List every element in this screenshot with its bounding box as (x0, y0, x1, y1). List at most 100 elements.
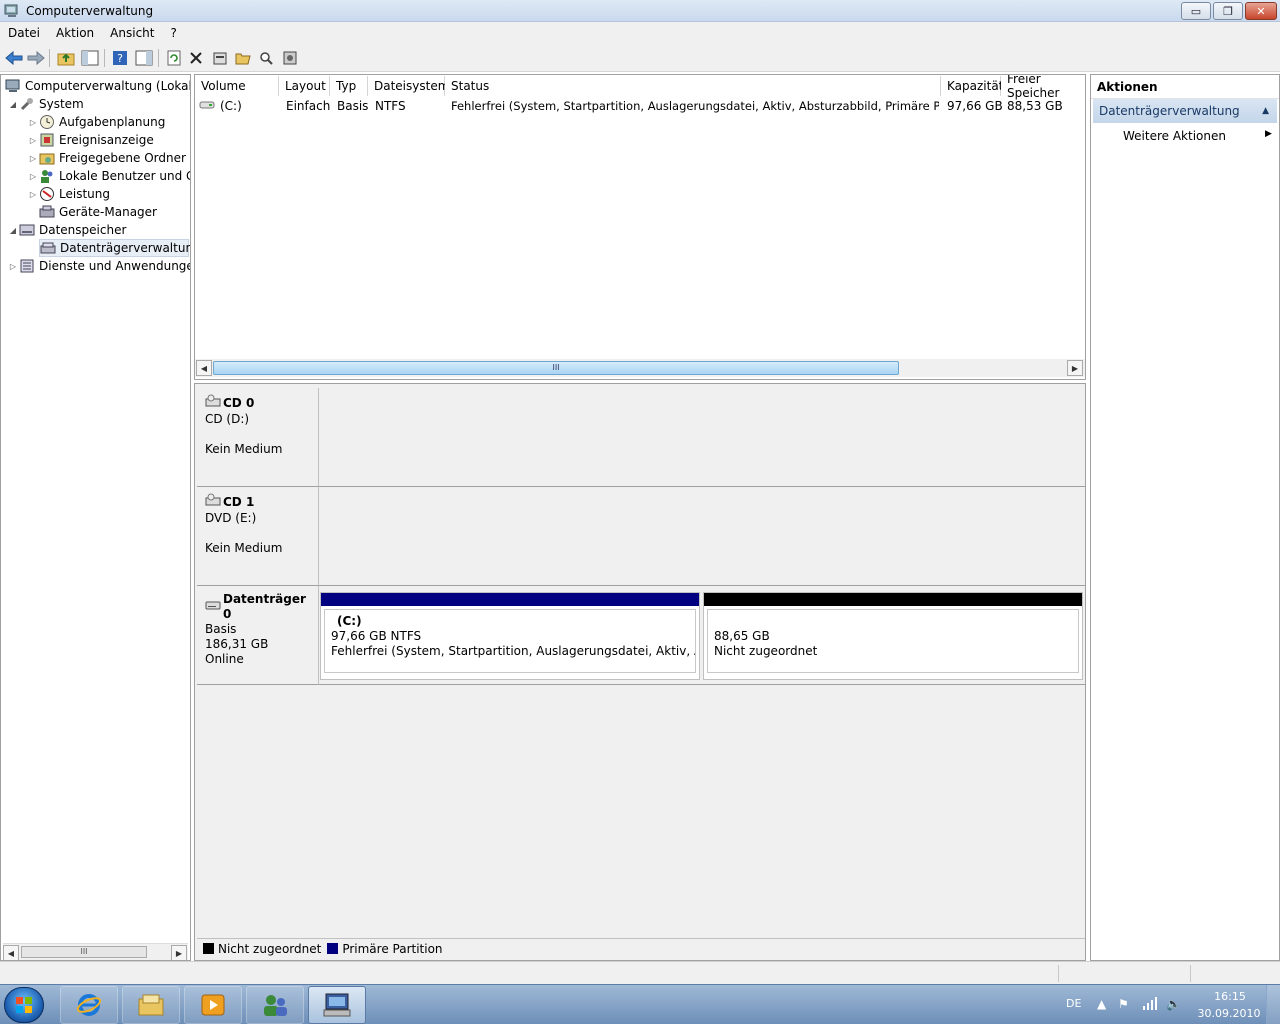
menu-datei[interactable]: Datei (0, 26, 48, 40)
refresh-icon[interactable] (164, 48, 184, 68)
menu-ansicht[interactable]: Ansicht (102, 26, 162, 40)
column-header-status[interactable]: Status (445, 76, 941, 96)
help-icon[interactable]: ? (110, 48, 130, 68)
window-title: Computerverwaltung (26, 4, 154, 18)
tree-label: Dienste und Anwendungen (39, 259, 191, 273)
tree-item-datentraegerverwaltung[interactable]: Datenträgerverwaltung (39, 239, 191, 257)
cd-drive-icon (205, 493, 221, 511)
maximize-button[interactable]: ❐ (1213, 2, 1243, 20)
device-manager-icon (39, 204, 55, 220)
menu-help[interactable]: ? (162, 26, 184, 40)
scroll-right-icon[interactable]: ▶ (1067, 360, 1083, 376)
cell-volume: (C:) (199, 97, 242, 115)
column-header-kapazitaet[interactable]: Kapazität (941, 76, 1003, 96)
disk-type: CD (D:) (205, 412, 250, 426)
delete-icon[interactable] (186, 48, 206, 68)
tree-item-system[interactable]: ◢ System (7, 95, 84, 113)
partition-status: Fehlerfrei (System, Startpartition, Ausl… (331, 644, 695, 658)
more-actions-item[interactable]: Weitere Aktionen (1123, 127, 1226, 145)
close-button[interactable]: ✕ (1245, 2, 1277, 20)
tree-item-freigegebene-ordner[interactable]: ▷ Freigegebene Ordner (27, 149, 186, 167)
column-header-typ[interactable]: Typ (330, 76, 368, 96)
taskbar-internet-explorer[interactable] (60, 986, 118, 1024)
navigation-tree: Computerverwaltung (Lokal) ◢ System ▷ Au… (0, 74, 191, 961)
tree-item-leistung[interactable]: ▷ Leistung (27, 185, 110, 203)
tree-item-ereignisanzeige[interactable]: ▷ Ereignisanzeige (27, 131, 154, 149)
tree-label: Leistung (59, 187, 110, 201)
taskbar-computer-management[interactable] (308, 986, 366, 1024)
menu-aktion[interactable]: Aktion (48, 26, 102, 40)
taskbar-explorer[interactable] (122, 986, 180, 1024)
media-player-icon (201, 994, 225, 1016)
volume-icon[interactable]: 🔈 (1166, 997, 1181, 1011)
disk-label-cd1[interactable]: CD 1 DVD (E:) Kein Medium (197, 487, 319, 586)
action-center-flag-icon[interactable]: ⚑ (1118, 997, 1129, 1011)
back-icon[interactable] (4, 48, 24, 68)
clock-time[interactable]: 16:15 (1208, 990, 1252, 1003)
up-folder-icon[interactable] (56, 48, 76, 68)
event-viewer-icon (39, 132, 55, 148)
show-hide-tree-icon[interactable] (80, 48, 100, 68)
disk-area-cd0[interactable] (319, 388, 1085, 487)
taskbar-users[interactable] (246, 986, 304, 1024)
tree-item-geraete-manager[interactable]: Geräte-Manager (39, 203, 157, 221)
scroll-thumb[interactable]: III (213, 361, 899, 375)
search-icon[interactable] (256, 48, 276, 68)
disk-status: Kein Medium (205, 442, 283, 456)
partition-label: (C:) (337, 614, 362, 628)
collapsed-arrow-icon[interactable]: ▷ (27, 154, 39, 163)
hard-disk-icon (205, 599, 221, 615)
list-horizontal-scrollbar[interactable]: ◀ III ▶ (195, 359, 1085, 377)
collapsed-arrow-icon[interactable]: ▷ (27, 118, 39, 127)
disk-area-cd1[interactable] (319, 487, 1085, 586)
partition-c[interactable]: (C:) 97,66 GB NTFS Fehlerfrei (System, S… (320, 592, 700, 680)
submenu-arrow-icon[interactable]: ▶ (1265, 129, 1272, 139)
network-icon[interactable] (1142, 997, 1158, 1014)
scroll-thumb[interactable]: III (21, 946, 147, 958)
show-hide-action-icon[interactable] (134, 48, 154, 68)
collapsed-arrow-icon[interactable]: ▷ (7, 262, 19, 271)
column-header-layout[interactable]: Layout (279, 76, 330, 96)
scroll-right-icon[interactable]: ▶ (171, 945, 187, 960)
collapsed-arrow-icon[interactable]: ▷ (27, 190, 39, 199)
settings-icon[interactable] (280, 48, 300, 68)
tree-item-datenspeicher[interactable]: ◢ Datenspeicher (7, 221, 126, 239)
collapse-arrow-icon[interactable]: ▲ (1262, 106, 1269, 116)
tree-label: Datenträgerverwaltung (60, 241, 191, 255)
partition-unallocated[interactable]: 88,65 GB Nicht zugeordnet (703, 592, 1083, 680)
tree-root[interactable]: Computerverwaltung (Lokal) (5, 77, 190, 95)
expanded-arrow-icon[interactable]: ◢ (7, 100, 19, 109)
clock-date[interactable]: 30.09.2010 (1196, 1007, 1262, 1020)
tree-item-lokale-benutzer[interactable]: ▷ Lokale Benutzer und Gruppen (27, 167, 190, 185)
language-indicator[interactable]: DE (1066, 997, 1081, 1010)
tree-item-dienste[interactable]: ▷ Dienste und Anwendungen (7, 257, 191, 275)
expanded-arrow-icon[interactable]: ◢ (7, 226, 19, 235)
cell-kapazitaet: 97,66 GB (947, 99, 1003, 113)
scroll-left-icon[interactable]: ◀ (196, 360, 212, 376)
clock-icon (39, 114, 55, 130)
column-header-freier-speicher[interactable]: Freier Speicher (1001, 75, 1085, 100)
svg-text:?: ? (117, 52, 123, 65)
scroll-left-icon[interactable]: ◀ (3, 945, 19, 960)
show-hidden-icons-icon[interactable]: ▲ (1097, 997, 1106, 1011)
column-header-volume[interactable]: Volume (195, 76, 279, 96)
forward-icon[interactable] (26, 48, 46, 68)
tree-horizontal-scrollbar[interactable]: ◀ III ▶ (3, 943, 188, 960)
taskbar-media-player[interactable] (184, 986, 242, 1024)
tree-item-aufgabenplanung[interactable]: ▷ Aufgabenplanung (27, 113, 165, 131)
column-header-dateisystem[interactable]: Dateisystem (368, 76, 449, 96)
tree-label: Lokale Benutzer und Gruppen (59, 169, 190, 183)
collapsed-arrow-icon[interactable]: ▷ (27, 172, 39, 181)
title-bar: Computerverwaltung ▭ ❐ ✕ (0, 0, 1280, 22)
tree-label: Geräte-Manager (59, 205, 157, 219)
disk-label-cd0[interactable]: CD 0 CD (D:) Kein Medium (197, 388, 319, 487)
start-button[interactable] (4, 987, 44, 1023)
collapsed-arrow-icon[interactable]: ▷ (27, 136, 39, 145)
drive-icon (199, 99, 215, 113)
properties-icon[interactable] (210, 48, 230, 68)
minimize-button[interactable]: ▭ (1181, 2, 1211, 20)
open-icon[interactable] (233, 48, 253, 68)
show-desktop-button[interactable] (1266, 985, 1280, 1024)
actions-section-header[interactable]: Datenträgerverwaltung ▲ (1093, 99, 1277, 123)
disk-label-disk0[interactable]: Datenträger 0 Basis 186,31 GB Online (197, 586, 319, 685)
